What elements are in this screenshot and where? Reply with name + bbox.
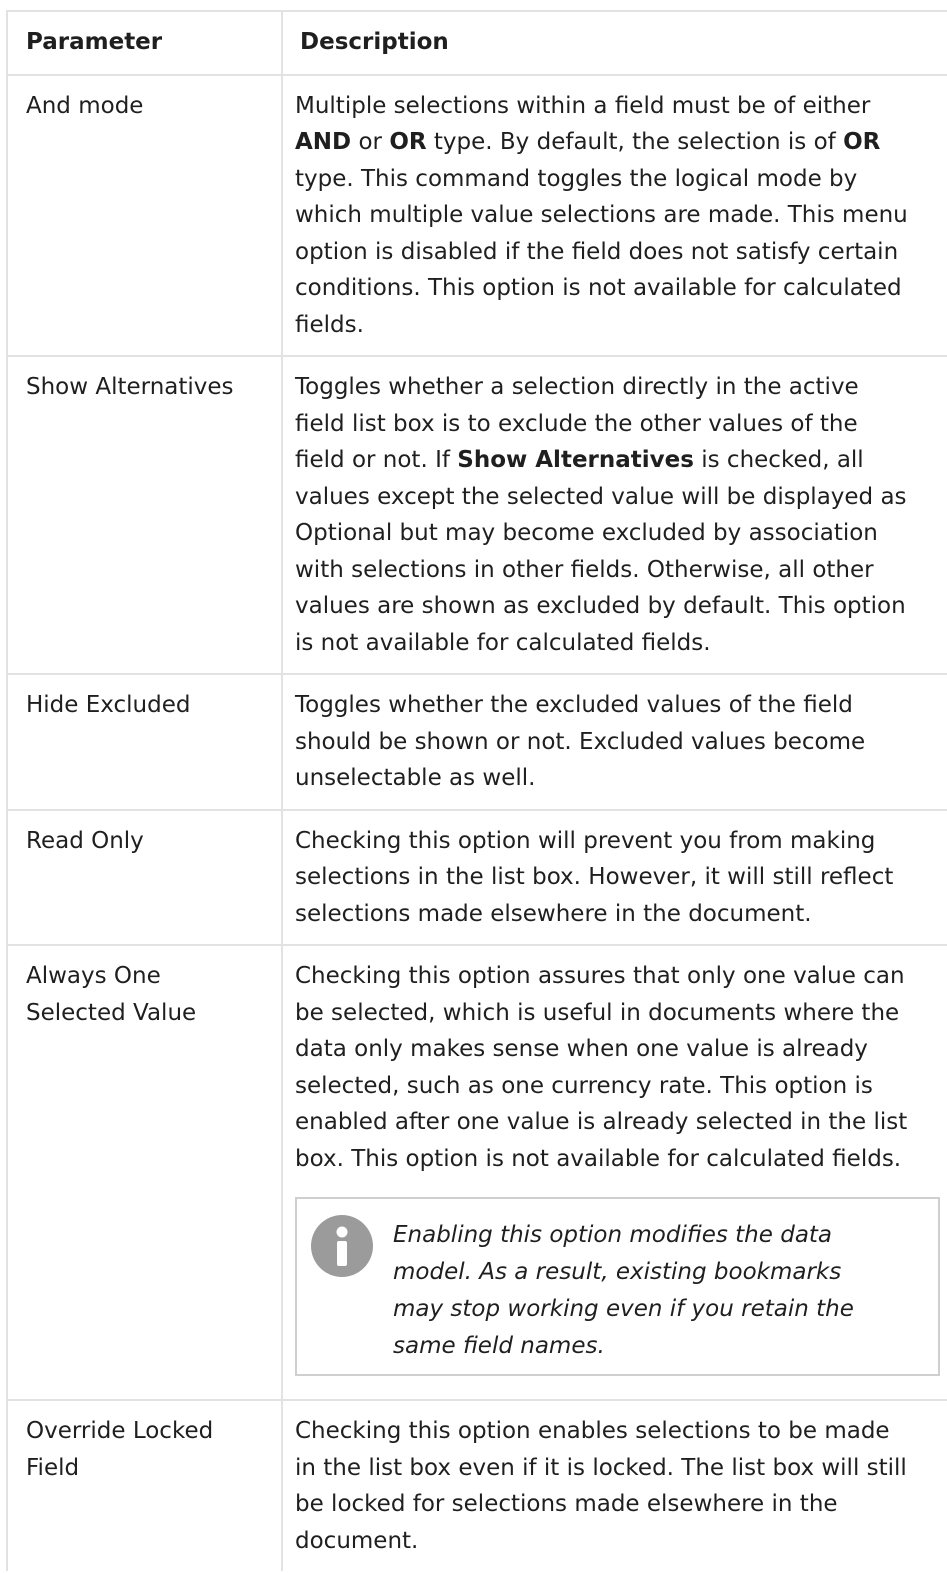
description-line: with selections in other fields. Otherwi…	[295, 556, 874, 583]
note-line: same field names.	[393, 1333, 605, 1359]
table-row: Show Alternatives Toggles whether a selec…	[6, 355, 947, 674]
description-line: data only makes sense when one value is …	[295, 1036, 868, 1062]
note-line: Enabling this option modifies the data	[393, 1222, 833, 1248]
parameter-name-line: Hide Excluded	[26, 692, 191, 718]
parameter-table: Parameter Description And mode Multiple s…	[6, 10, 947, 1571]
table-row: Read Only Checking this option will preve…	[6, 808, 947, 945]
description-cell: Checking this option enables selections …	[281, 1399, 947, 1571]
table-row: And mode Multiple selections within a fie…	[6, 73, 947, 356]
description-line: values are shown as excluded by default.…	[295, 593, 906, 619]
table-row: Hide Excluded Toggles whether the exclude…	[6, 673, 947, 810]
description-cell: Toggles whether a selection directly in …	[281, 355, 947, 674]
description-line: Checking this option assures that only o…	[295, 963, 905, 989]
table-row: Override Locked Field Checking this option…	[6, 1399, 947, 1571]
description-line: box. This option is not available for ca…	[295, 1145, 902, 1172]
description-line: document.	[295, 1527, 419, 1554]
info-icon	[311, 1215, 373, 1277]
info-note: Enabling this option modifies the data mo…	[295, 1197, 940, 1376]
description-line: selections in the list box. However, it …	[295, 864, 894, 890]
description-cell: Checking this option assures that only o…	[281, 944, 947, 1400]
description-line: unselectable as well.	[295, 765, 536, 791]
description-line: option is disabled if the field does not…	[295, 238, 899, 265]
description-line: be locked for selections made elsewhere …	[295, 1491, 838, 1517]
parameter-name-line: Override Locked	[26, 1418, 214, 1444]
description-line: type. This command toggles the logical m…	[295, 165, 858, 192]
description-line: which multiple value selections are made…	[295, 202, 908, 228]
parameter-cell: Read Only	[6, 808, 282, 945]
parameter-name-line: And mode	[26, 92, 144, 119]
description-cell: Checking this option will prevent you fr…	[281, 808, 947, 945]
description-line: be selected, which is useful in document…	[295, 999, 900, 1026]
description-line: should be shown or not. Excluded values …	[295, 728, 866, 755]
table-header-row: Parameter Description	[6, 10, 947, 75]
description-cell: Multiple selections within a field must …	[281, 73, 947, 356]
description-line: values except the selected value will be…	[295, 483, 907, 510]
note-line: may stop working even if you retain the	[393, 1296, 854, 1322]
description-line: Toggles whether the excluded values of t…	[295, 692, 853, 718]
description-line: Checking this option enables selections …	[295, 1418, 890, 1444]
parameter-name-line: Selected Value	[26, 999, 197, 1026]
description-line: field or not. If Show Alternatives is ch…	[295, 447, 864, 473]
description-line: selected, such as one currency rate. Thi…	[295, 1072, 873, 1099]
parameter-cell: And mode	[6, 73, 282, 356]
parameter-name-line: Field	[26, 1454, 80, 1481]
note-text: Enabling this option modifies the data mo…	[393, 1217, 854, 1365]
description-line: in the list box even if it is locked. Th…	[295, 1454, 907, 1481]
description-cell: Toggles whether the excluded values of t…	[281, 673, 947, 810]
table-row: Always One Selected Value Checking this op…	[6, 944, 947, 1400]
parameter-cell: Hide Excluded	[6, 673, 282, 810]
description-line: enabled after one value is already selec…	[295, 1109, 908, 1135]
parameter-cell: Always One Selected Value	[6, 944, 282, 1400]
column-header-parameter: Parameter	[6, 10, 282, 75]
description-line: conditions. This option is not available…	[295, 275, 902, 301]
description-line: Optional but may become excluded by asso…	[295, 520, 878, 546]
parameter-cell: Override Locked Field	[6, 1399, 282, 1571]
parameter-name-line: Read Only	[26, 827, 144, 854]
description-line: Checking this option will prevent you fr…	[295, 827, 876, 854]
parameter-name-line: Show Alternatives	[26, 374, 234, 400]
description-line: selections made elsewhere in the documen…	[295, 900, 812, 927]
parameter-cell: Show Alternatives	[6, 355, 282, 674]
parameter-name-line: Always One	[26, 963, 161, 989]
description-line: is not available for calculated fields.	[295, 629, 711, 656]
description-line: fields.	[295, 311, 364, 338]
description-line: Multiple selections within a field must …	[295, 92, 871, 119]
description-line: Toggles whether a selection directly in …	[295, 374, 859, 400]
description-line: AND or OR type. By default, the selectio…	[295, 129, 881, 155]
column-header-description: Description	[281, 10, 947, 75]
description-line: field list box is to exclude the other v…	[295, 410, 858, 437]
note-line: model. As a result, existing bookmarks	[393, 1259, 842, 1285]
